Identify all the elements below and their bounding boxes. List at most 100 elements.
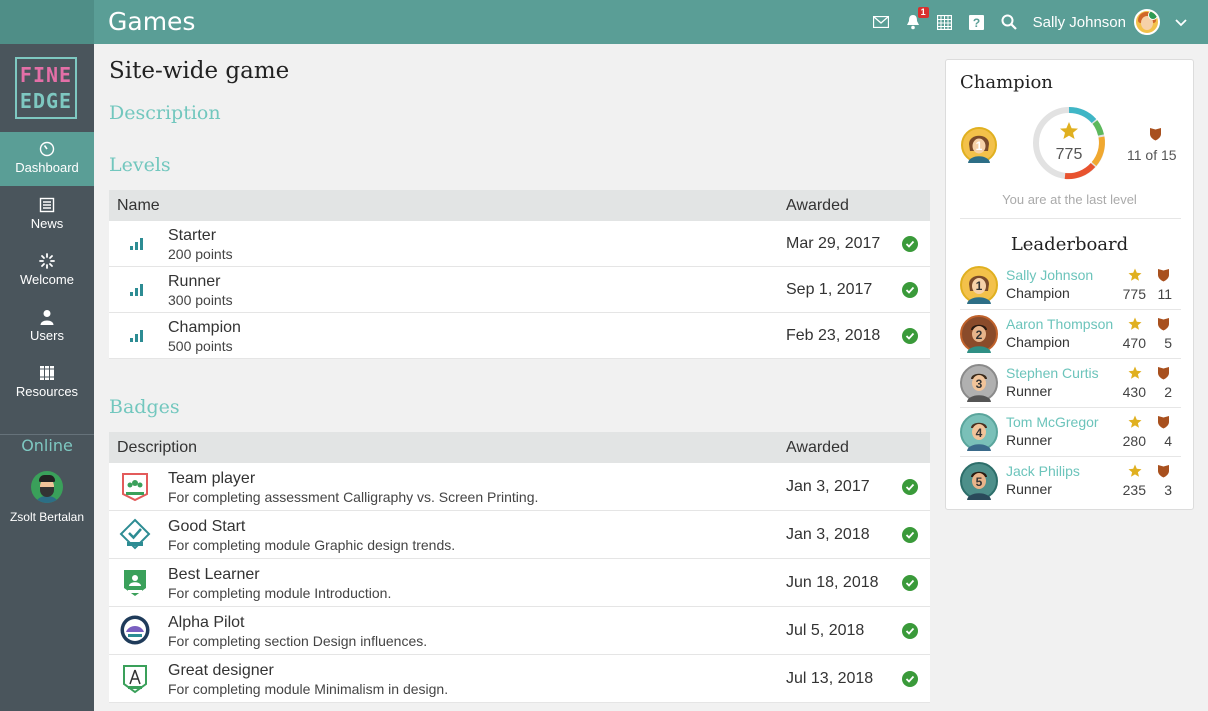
shield-badge-icon [1150,128,1161,141]
sidebar: FINE EDGE Dashboard News Welcome Users R… [0,44,94,711]
leaderboard-user-level: Runner [1006,432,1052,448]
shield-badge-icon [1158,367,1169,380]
search-icon[interactable] [999,12,1019,32]
sidebar-item-welcome[interactable]: Welcome [0,244,94,298]
page-title: Site-wide game [109,58,290,84]
leaderboard-rank: 3 [976,377,983,391]
leaderboard-avatar: 4 [960,413,998,451]
mail-icon[interactable] [871,12,891,32]
level-points: 300 points [168,292,233,308]
level-awarded-date: Feb 23, 2018 [786,327,881,344]
badge-awarded-date: Jan 3, 2017 [786,478,870,495]
leaderboard-user-name[interactable]: Jack Philips [1006,463,1080,479]
current-user-name[interactable]: Sally Johnson [1033,14,1126,31]
column-header-description: Description [117,439,198,456]
leaderboard-user-name[interactable]: Aaron Thompson [1006,316,1113,332]
level-row: Champion 500 points Feb 23, 2018 [109,313,930,359]
online-user-name[interactable]: Zsolt Bertalan [0,510,94,524]
leaderboard-row[interactable]: 1 Sally Johnson Champion 775 11 [960,261,1181,310]
level-awarded-date: Mar 29, 2017 [786,235,881,252]
badge-name: Team player [168,470,256,487]
sidebar-item-resources[interactable]: Resources [0,356,94,410]
leaderboard-badges: 5 [1164,335,1172,351]
leaderboard-badges: 11 [1157,286,1172,302]
online-user-avatar[interactable] [31,471,63,503]
level-points: 200 points [168,246,233,262]
level-bars-icon [130,284,144,296]
badge-description: For completing module Graphic design tre… [168,537,456,553]
calendar-icon[interactable] [935,12,955,32]
level-points: 500 points [168,338,233,354]
top-bar: Games 1 ? Sally Johnson [0,0,1208,44]
sidebar-item-dashboard[interactable]: Dashboard [0,132,94,186]
star-icon [1128,366,1142,379]
level-name: Starter [168,227,217,244]
panel-divider [960,218,1181,219]
leaderboard-row[interactable]: 3 Stephen Curtis Runner 430 2 [960,359,1181,408]
top-bar-brand-block [0,0,94,44]
leaderboard-rank: 2 [976,328,983,342]
star-icon [1128,464,1142,477]
level-bars-icon [130,238,144,250]
sidebar-item-news[interactable]: News [0,188,94,242]
badge-awarded-date: Jul 5, 2018 [786,622,865,639]
score-progress-ring [1033,106,1105,180]
leaderboard-heading: Leaderboard [1010,234,1129,255]
online-label: Online [21,436,73,455]
leaderboard-row[interactable]: 5 Jack Philips Runner 235 3 [960,457,1181,506]
leaderboard-user-name[interactable]: Tom McGregor [1006,414,1099,430]
leaderboard-row[interactable]: 4 Tom McGregor Runner 280 4 [960,408,1181,457]
champion-heading: Champion [960,72,1053,93]
star-icon [1128,317,1142,330]
resources-icon [40,366,54,380]
description-heading: Description [109,102,221,124]
sidebar-item-label: Dashboard [15,160,79,175]
champion-avatar[interactable]: 1 [961,127,997,163]
logo-line2: EDGE [19,89,73,113]
shield-badge-icon [1158,269,1169,282]
check-circle-icon [902,328,918,344]
shield-badge-icon [1158,465,1169,478]
welcome-icon [39,253,55,269]
users-icon [40,310,54,325]
leaderboard-user-level: Champion [1006,334,1070,350]
level-name: Runner [168,273,221,290]
sidebar-item-users[interactable]: Users [0,300,94,354]
badge-name: Great designer [168,662,274,679]
help-icon[interactable]: ? [967,12,987,32]
level-row: Runner 300 points Sep 1, 2017 [109,267,930,313]
leaderboard-row[interactable]: 2 Aaron Thompson Champion 470 5 [960,310,1181,359]
leaderboard-user-name[interactable]: Sally Johnson [1006,267,1093,283]
badge-row: Good Start For completing module Graphic… [109,511,930,559]
badge-awarded-date: Jan 3, 2018 [786,526,870,543]
alpha-pilot-badge-icon [120,615,150,645]
level-status-text: You are at the last level [1002,192,1137,207]
chevron-down-icon[interactable] [1174,15,1188,29]
leaderboard-avatar: 1 [960,266,998,304]
leaderboard-user-level: Runner [1006,481,1052,497]
check-circle-icon [902,282,918,298]
leaderboard-user-level: Runner [1006,383,1052,399]
badge-description: For completing module Minimalism in desi… [168,681,449,697]
notifications-bell-icon[interactable]: 1 [903,7,929,32]
column-header-name: Name [117,197,160,214]
leaderboard-user-name[interactable]: Stephen Curtis [1006,365,1099,381]
badges-of-total: 11 of 15 [1127,147,1177,163]
check-circle-icon [902,623,918,639]
leaderboard-avatar: 5 [960,462,998,500]
leaderboard-points: 235 [1122,482,1146,498]
leaderboard-rank: 5 [976,475,983,489]
sidebar-item-label: Users [30,328,64,343]
badge-row: Team player For completing assessment Ca… [109,463,930,511]
badge-row: Best Learner For completing module Intro… [109,559,930,607]
champion-rank-number: 1 [976,139,983,153]
leaderboard-badges: 2 [1164,384,1172,400]
badge-row: Great designer For completing module Min… [109,655,930,703]
fine-edge-logo[interactable]: FINE EDGE [15,57,77,119]
notification-count-badge: 1 [917,7,929,18]
check-circle-icon [902,527,918,543]
levels-table: Name Awarded Starter 200 points Mar 29, … [109,190,930,359]
current-user-avatar[interactable] [1134,9,1160,35]
badge-name: Good Start [168,518,246,535]
team-player-badge-icon [122,473,148,502]
